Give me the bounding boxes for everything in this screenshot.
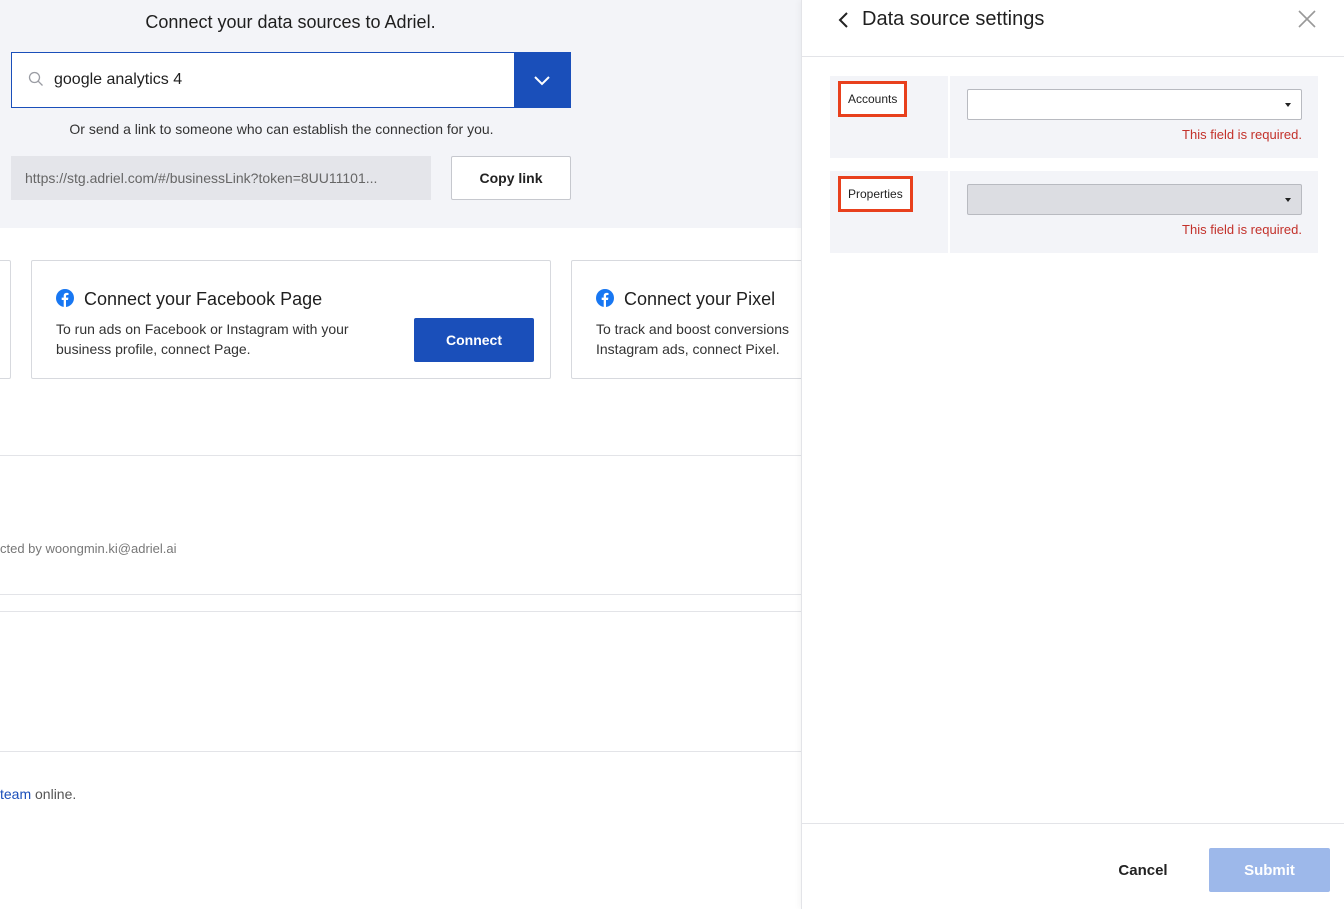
card-description: To track and boost conversions Instagram…	[596, 319, 801, 359]
section-divider	[0, 611, 801, 612]
online-suffix: online.	[31, 786, 77, 802]
properties-label: Properties	[838, 176, 913, 212]
caret-down-icon	[1285, 198, 1291, 202]
copy-link-button[interactable]: Copy link	[451, 156, 571, 200]
connected-by-text: cted by woongmin.ki@adriel.ai	[0, 541, 177, 556]
card-description: To run ads on Facebook or Instagram with…	[56, 321, 349, 357]
properties-select[interactable]	[967, 184, 1302, 215]
search-dropdown-button[interactable]	[514, 52, 571, 108]
data-source-search[interactable]: google analytics 4	[11, 52, 515, 108]
connect-hero: Connect your data sources to Adriel. goo…	[0, 0, 801, 228]
chevron-left-icon	[838, 12, 848, 28]
pixel-card: Connect your Pixel To track and boost co…	[571, 260, 801, 379]
accounts-label: Accounts	[838, 81, 908, 117]
data-source-settings-panel: Data source settings Accounts This field…	[801, 0, 1344, 909]
submit-button[interactable]: Submit	[1209, 848, 1330, 892]
section-divider	[0, 594, 801, 595]
connect-facebook-page-button[interactable]: Connect	[414, 318, 534, 362]
share-link-field[interactable]: https://stg.adriel.com/#/businessLink?to…	[11, 156, 431, 200]
cancel-button[interactable]: Cancel	[1098, 848, 1188, 892]
panel-header: Data source settings	[802, 0, 1344, 57]
panel-title: Data source settings	[862, 8, 1045, 30]
section-divider	[0, 751, 801, 752]
accounts-field-row: Accounts This field is required.	[830, 76, 1318, 158]
accounts-select[interactable]	[967, 89, 1302, 120]
team-link[interactable]: team	[0, 786, 31, 802]
share-link-text: Or send a link to someone who can establ…	[69, 121, 494, 137]
card-title: Connect your Facebook Page	[84, 289, 323, 309]
search-icon	[28, 71, 43, 86]
contact-team-text: team online.	[0, 786, 76, 802]
card-description-line: To track and boost conversions	[596, 321, 789, 337]
caret-down-icon	[1285, 103, 1291, 107]
facebook-icon	[56, 289, 74, 307]
hero-title: Connect your data sources to Adriel.	[145, 12, 436, 32]
properties-field-row: Properties This field is required.	[830, 171, 1318, 253]
close-button[interactable]	[1296, 8, 1318, 30]
main-area: Connect your data sources to Adriel. goo…	[0, 0, 801, 909]
accounts-error: This field is required.	[1182, 127, 1302, 142]
chevron-down-icon	[534, 76, 550, 86]
facebook-page-card: Connect your Facebook Page To run ads on…	[31, 260, 551, 379]
panel-footer: Cancel Submit	[802, 823, 1344, 909]
app-root: Connect your data sources to Adriel. goo…	[0, 0, 1344, 909]
card-description-line: Instagram ads, connect Pixel.	[596, 341, 780, 357]
properties-error: This field is required.	[1182, 222, 1302, 237]
field-label-column: Properties	[830, 171, 950, 253]
field-label-column: Accounts	[830, 76, 950, 158]
search-input-value[interactable]: google analytics 4	[54, 71, 182, 89]
card-partial	[0, 260, 11, 379]
section-divider	[0, 455, 801, 456]
close-icon	[1298, 10, 1316, 28]
back-button[interactable]	[832, 8, 856, 32]
facebook-icon	[596, 289, 614, 307]
card-title: Connect your Pixel	[624, 289, 776, 309]
